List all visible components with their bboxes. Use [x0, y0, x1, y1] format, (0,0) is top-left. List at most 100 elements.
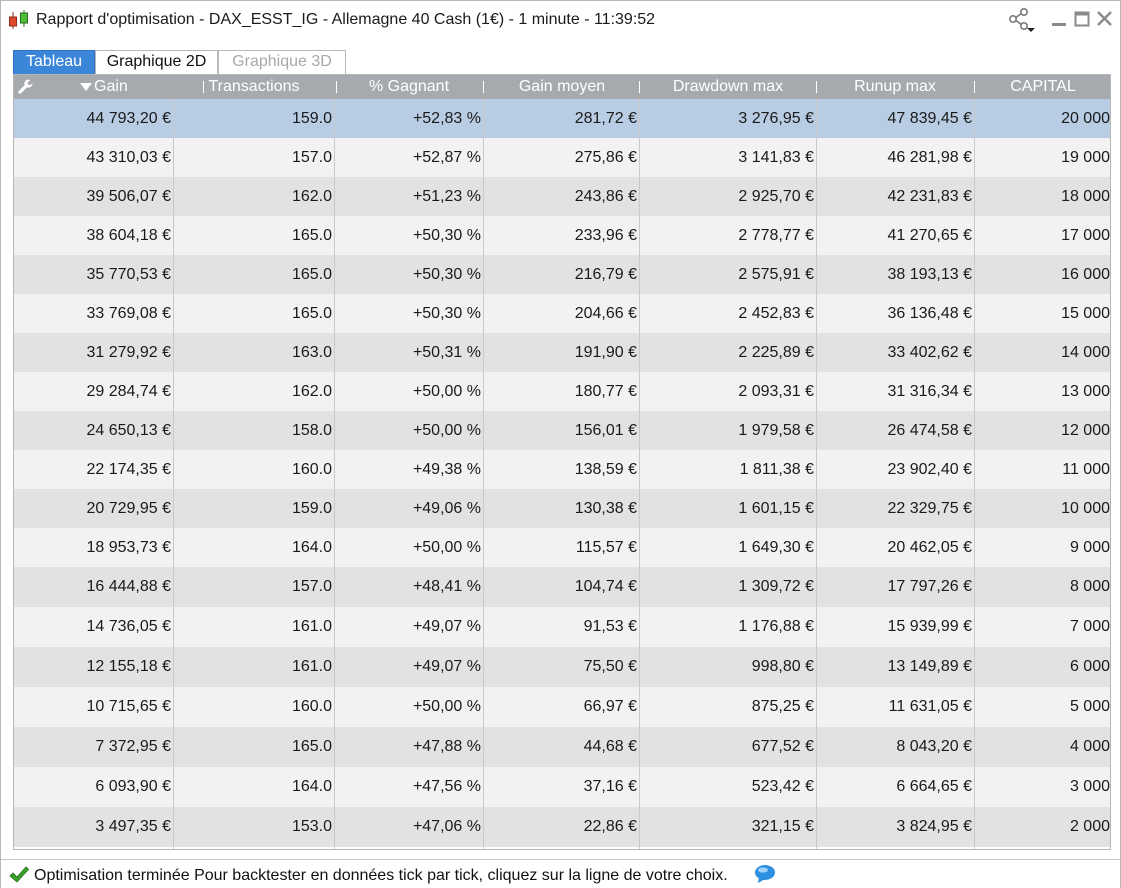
- table-cell: 130,38 €: [574, 499, 637, 517]
- table-cell: 3 497,35 €: [95, 818, 171, 835]
- table-cell: 3 276,95 €: [738, 109, 814, 127]
- table-cell: 998,80 €: [751, 658, 814, 675]
- column-header-transactions[interactable]: Transactions: [174, 75, 334, 99]
- table-header: Gain Transactions % Gagnant Gain moyen D…: [14, 75, 1110, 99]
- table-row[interactable]: 3 497,35 € 153.0 +47,06 % 22,86 € 321,15 € 3 …: [14, 807, 1110, 847]
- close-icon[interactable]: [1096, 10, 1113, 27]
- table-cell: +50,00 %: [412, 538, 481, 556]
- table-cell: 20 462,05 €: [887, 538, 972, 556]
- column-header-runup-max[interactable]: Runup max: [816, 75, 974, 99]
- table-cell: 1 176,88 €: [738, 618, 814, 635]
- table-row[interactable]: 12 155,18 € 161.0 +49,07 % 75,50 € 998,80 € 1…: [14, 647, 1110, 687]
- table-row[interactable]: 7 372,95 € 165.0 +47,88 % 44,68 € 677,52 € 8 …: [14, 727, 1110, 767]
- header-separator: [974, 81, 975, 93]
- table-cell: +47,56 %: [412, 778, 481, 795]
- table-cell: 1 601,15 €: [738, 499, 814, 517]
- table-row[interactable]: 39 506,07 € 162.0 +51,23 % 243,86 € 2 925,70…: [14, 177, 1110, 216]
- table-cell: 44 793,20 €: [86, 109, 171, 127]
- table-cell: 44,68 €: [583, 738, 637, 755]
- table-row[interactable]: 38 604,18 € 165.0 +50,30 % 233,96 € 2 778,77…: [14, 216, 1110, 255]
- table-cell: +47,06 %: [412, 818, 481, 835]
- table-cell: 160.0: [291, 698, 332, 715]
- column-divider: [334, 99, 335, 849]
- table-row[interactable]: 33 769,08 € 165.0 +50,30 % 204,66 € 2 452,83…: [14, 294, 1110, 333]
- table-cell: 12 155,18 €: [86, 658, 171, 675]
- table-cell: 321,15 €: [751, 818, 814, 835]
- tab-tableau[interactable]: Tableau: [13, 50, 95, 74]
- table-cell: 162.0: [291, 187, 332, 205]
- table-row[interactable]: 20 729,95 € 159.0 +49,06 % 130,38 € 1 601,15…: [14, 489, 1110, 528]
- table-cell: 31 316,34 €: [887, 382, 972, 400]
- table-cell: 26 474,58 €: [887, 421, 972, 439]
- table-row[interactable]: 29 284,74 € 162.0 +50,00 % 180,77 € 2 093,31…: [14, 372, 1110, 411]
- table-cell: +49,06 %: [412, 499, 481, 517]
- table-cell: 66,97 €: [583, 698, 637, 715]
- table-row[interactable]: 24 650,13 € 158.0 +50,00 % 156,01 € 1 979,58…: [14, 411, 1110, 450]
- table-cell: +50,00 %: [412, 698, 481, 715]
- table-cell: +47,88 %: [412, 738, 481, 755]
- table-cell: 204,66 €: [574, 304, 637, 322]
- header-separator: [816, 81, 817, 93]
- table-cell: 157.0: [291, 578, 332, 595]
- table-cell: 18 953,73 €: [86, 538, 171, 556]
- table-cell: 31 279,92 €: [86, 343, 171, 361]
- table-cell: 20 000: [1061, 109, 1110, 127]
- table-row[interactable]: 22 174,35 € 160.0 +49,38 % 138,59 € 1 811,38…: [14, 450, 1110, 489]
- table-cell: 180,77 €: [574, 382, 637, 400]
- table-cell: 216,79 €: [574, 265, 637, 283]
- table-row[interactable]: 6 093,90 € 164.0 +47,56 % 37,16 € 523,42 € 6 …: [14, 767, 1110, 807]
- table-cell: 1 649,30 €: [738, 538, 814, 556]
- help-bubble-icon[interactable]: [754, 864, 776, 884]
- minimize-icon[interactable]: [1051, 11, 1067, 27]
- table-cell: 161.0: [291, 618, 332, 635]
- table-cell: 17 000: [1061, 226, 1110, 244]
- table-row[interactable]: 10 715,65 € 160.0 +50,00 % 66,97 € 875,25 € 1…: [14, 687, 1110, 727]
- column-divider: [639, 99, 640, 849]
- table-cell: 11 631,05 €: [888, 698, 972, 715]
- column-header-pct-gagnant[interactable]: % Gagnant: [334, 75, 484, 99]
- table-cell: 156,01 €: [574, 421, 637, 439]
- optimisation-report-window: Rapport d'optimisation - DAX_ESST_IG - A…: [0, 0, 1121, 888]
- table-row[interactable]: 44 793,20 € 159.0 +52,83 % 281,72 € 3 276,95…: [14, 99, 1110, 138]
- table-cell: 3 824,95 €: [896, 818, 972, 835]
- table-cell: 14 000: [1061, 343, 1110, 361]
- table-cell: 17 797,26 €: [887, 578, 972, 595]
- column-header-capital[interactable]: CAPITAL: [974, 75, 1110, 99]
- table-cell: +50,30 %: [412, 226, 481, 244]
- table-cell: 91,53 €: [583, 618, 637, 635]
- sort-descending-icon: [80, 83, 92, 91]
- table-cell: 165.0: [291, 304, 332, 322]
- share-icon[interactable]: [1006, 7, 1036, 33]
- table-cell: 19 000: [1061, 148, 1110, 166]
- table-cell: 2 000: [1069, 818, 1110, 835]
- wrench-icon[interactable]: [17, 78, 35, 96]
- table-cell: +48,41 %: [412, 578, 481, 595]
- table-cell: 7 000: [1069, 618, 1110, 635]
- table-cell: +49,38 %: [412, 460, 481, 478]
- table-cell: 2 452,83 €: [738, 304, 814, 322]
- column-header-gain[interactable]: Gain: [94, 75, 134, 99]
- table-row[interactable]: 18 953,73 € 164.0 +50,00 % 115,57 € 1 649,30…: [14, 528, 1110, 567]
- table-cell: 9 000: [1069, 538, 1110, 556]
- table-cell: 875,25 €: [751, 698, 814, 715]
- table-row[interactable]: 14 736,05 € 161.0 +49,07 % 91,53 € 1 176,88 …: [14, 607, 1110, 647]
- column-header-drawdown-max[interactable]: Drawdown max: [640, 75, 816, 99]
- table-cell: 1 309,72 €: [738, 578, 814, 595]
- table-cell: 22,86 €: [583, 818, 637, 835]
- maximize-icon[interactable]: [1074, 11, 1090, 27]
- table-cell: 164.0: [291, 538, 332, 556]
- table-row[interactable]: 31 279,92 € 163.0 +50,31 % 191,90 € 2 225,89…: [14, 333, 1110, 372]
- table-row[interactable]: 16 444,88 € 157.0 +48,41 % 104,74 € 1 309,72…: [14, 567, 1110, 607]
- column-divider: [483, 99, 484, 849]
- table-cell: 2 575,91 €: [738, 265, 814, 283]
- table-cell: 2 778,77 €: [738, 226, 814, 244]
- table-row[interactable]: 35 770,53 € 165.0 +50,30 % 216,79 € 2 575,91…: [14, 255, 1110, 294]
- candlestick-chart-icon: [9, 10, 28, 29]
- column-header-gain-moyen[interactable]: Gain moyen: [484, 75, 640, 99]
- column-divider: [974, 99, 975, 849]
- table-row[interactable]: 43 310,03 € 157.0 +52,87 % 275,86 € 3 141,83…: [14, 138, 1110, 177]
- status-message: Optimisation terminée Pour backtester en…: [34, 867, 728, 884]
- tab-graphique-2d[interactable]: Graphique 2D: [95, 50, 218, 74]
- header-separator: [639, 81, 640, 93]
- table-cell: 13 149,89 €: [887, 658, 972, 675]
